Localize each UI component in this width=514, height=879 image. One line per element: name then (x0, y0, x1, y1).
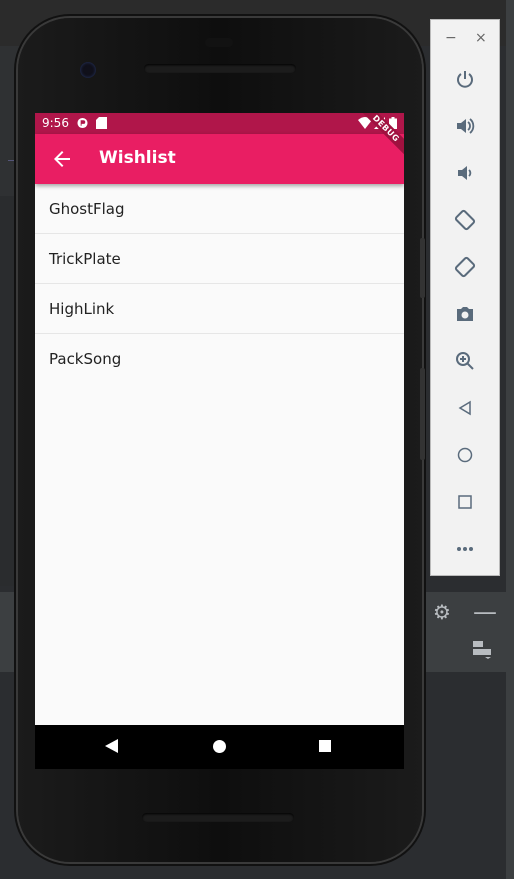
wishlist-list: GhostFlag TrickPlate HighLink PackSong (35, 184, 404, 384)
app-bar: Wishlist (35, 134, 404, 184)
sd-card-icon (96, 117, 107, 129)
status-time: 9:56 (42, 116, 69, 130)
list-item[interactable]: GhostFlag (35, 184, 404, 234)
navigation-bar (35, 725, 404, 769)
device-screen: 9:56 Wishlist DEBUG GhostFlag TrickPlate… (35, 113, 404, 725)
page-title: Wishlist (99, 148, 176, 168)
arrow-back-icon[interactable] (51, 148, 73, 170)
rotate-right-icon[interactable] (454, 256, 476, 278)
camera-icon[interactable] (454, 303, 476, 325)
nav-back-icon[interactable] (105, 739, 118, 753)
front-camera (80, 62, 96, 78)
emulator-controls-panel: − × (430, 19, 500, 576)
ide-right-strip (506, 0, 514, 879)
gear-icon[interactable]: ⚙ (433, 600, 451, 624)
power-icon[interactable] (454, 68, 476, 90)
volume-up-icon[interactable] (454, 115, 476, 137)
volume-down-icon[interactable] (454, 162, 476, 184)
device-sensor (205, 38, 233, 47)
ide-editor-stripe (0, 196, 20, 586)
rotate-left-icon[interactable] (454, 209, 476, 231)
status-bar: 9:56 (35, 113, 404, 134)
nav-home-icon[interactable] (213, 740, 226, 753)
device-volume-button (420, 368, 425, 460)
close-window-button[interactable]: × (475, 30, 487, 46)
overview-icon[interactable] (454, 491, 476, 513)
minimize-window-button[interactable]: − (445, 30, 457, 46)
nav-recents-icon[interactable] (319, 740, 331, 752)
back-icon[interactable] (454, 397, 476, 419)
home-icon[interactable] (454, 444, 476, 466)
bottom-speaker (142, 813, 294, 822)
minimize-icon[interactable]: — (473, 598, 497, 626)
list-item[interactable]: HighLink (35, 284, 404, 334)
notification-icon (77, 117, 88, 129)
device-power-button (420, 238, 425, 298)
layout-icon[interactable] (473, 640, 491, 659)
list-item[interactable]: TrickPlate (35, 234, 404, 284)
top-speaker (144, 64, 296, 73)
zoom-icon[interactable] (454, 350, 476, 372)
list-item[interactable]: PackSong (35, 334, 404, 384)
more-icon[interactable] (454, 538, 476, 560)
